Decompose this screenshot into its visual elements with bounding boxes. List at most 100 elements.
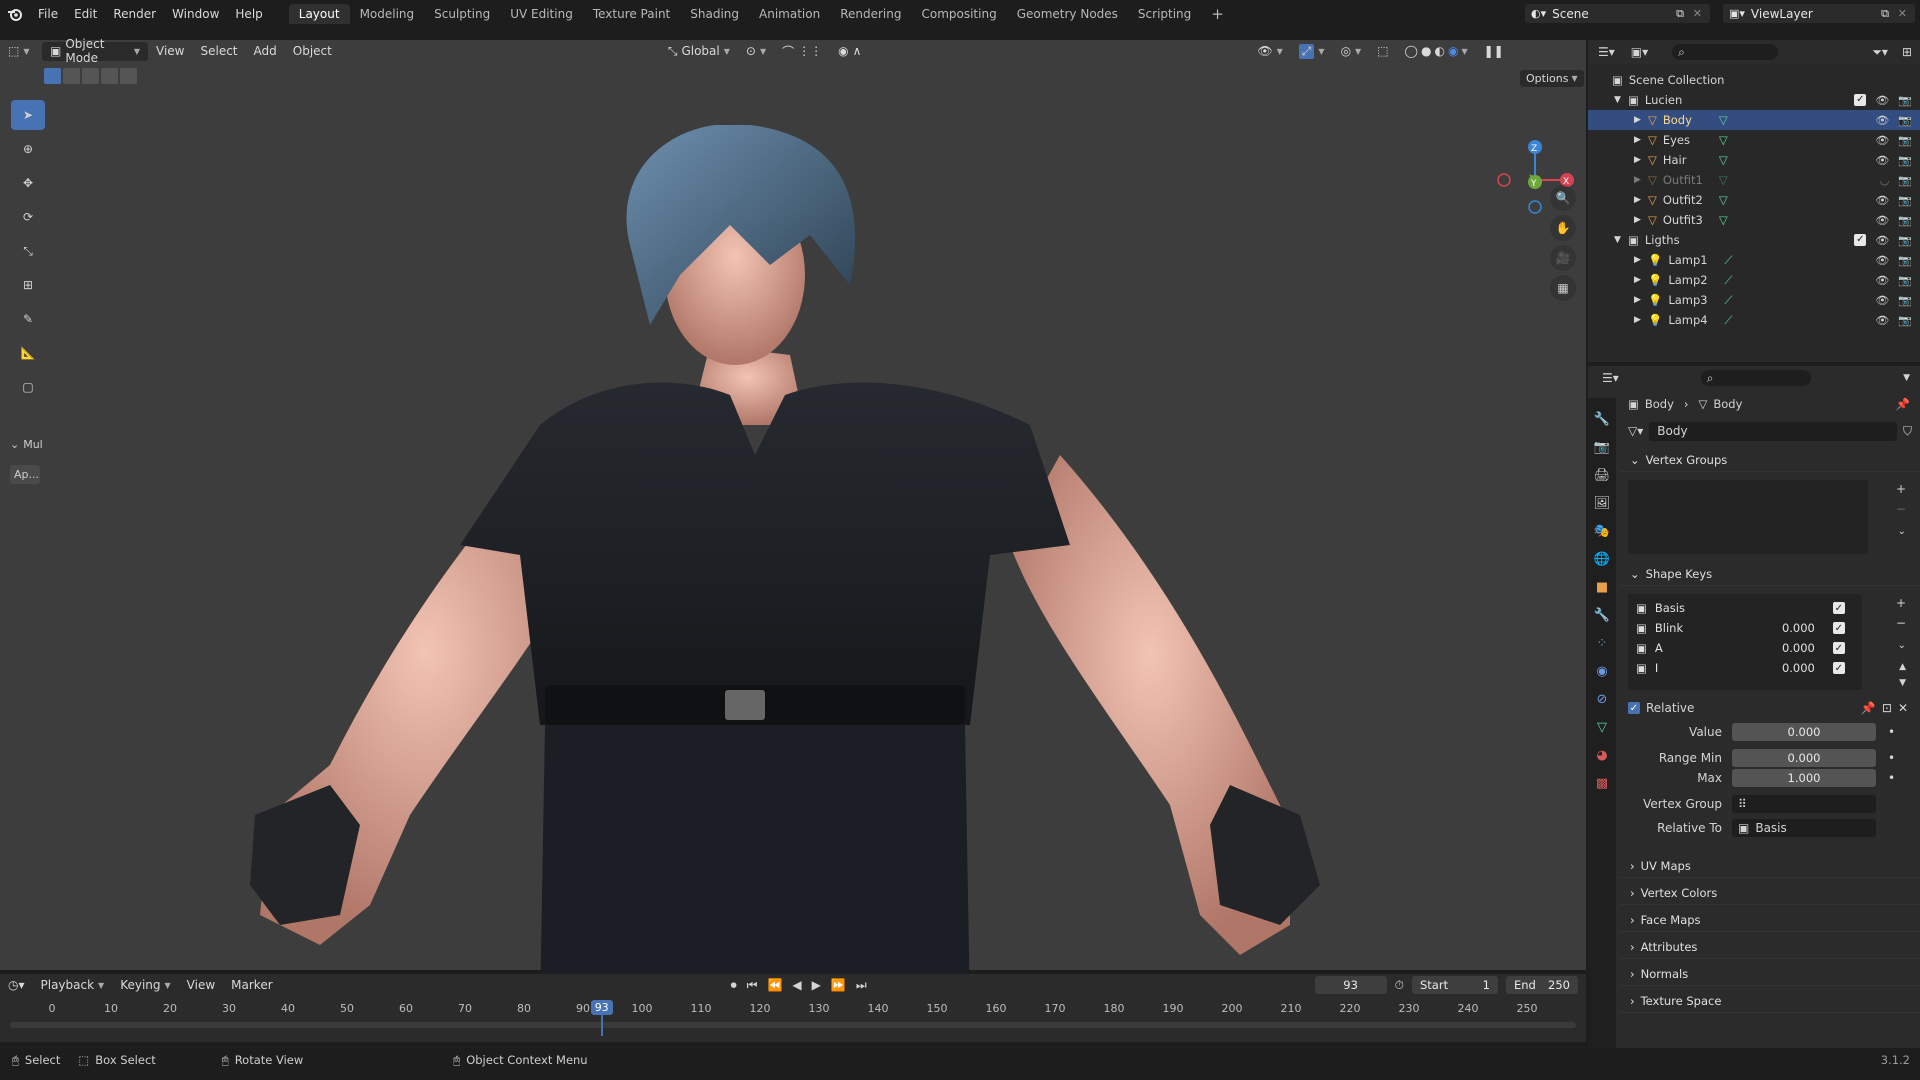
tab-shading[interactable]: Shading [680, 4, 749, 24]
light-data-icon[interactable]: ⟋ [1724, 253, 1732, 268]
playhead-frame-badge[interactable]: 93 [590, 1000, 613, 1015]
delete-scene-icon[interactable]: ✕ [1693, 7, 1702, 20]
scene-tab-icon[interactable]: 🎭 [1594, 520, 1610, 542]
camera-render-icon[interactable]: 📷 [1898, 294, 1912, 307]
relative-checkbox[interactable]: ✓ [1628, 702, 1640, 714]
expand-arrow-icon[interactable]: ▼ [1614, 95, 1628, 105]
jump-end-icon[interactable]: ⏭ [856, 978, 867, 993]
tab-layout[interactable]: Layout [288, 3, 350, 24]
snap-toggle[interactable]: ⌒ ⋮⋮ [774, 43, 830, 60]
cursor-tool[interactable]: ⊕ [11, 134, 45, 164]
mesh-data-icon[interactable]: ▽ [1719, 173, 1728, 187]
tab-rendering[interactable]: Rendering [830, 4, 911, 24]
move-down-icon[interactable]: ▼ [1899, 678, 1906, 688]
max-field[interactable]: 1.000 [1732, 769, 1876, 787]
shape-keys-list[interactable]: ▣ Basis ✓ ▣ Blink 0.000 ✓ ▣ A 0.000 ✓ ▣ I 0.000 ✓ [1628, 594, 1862, 690]
mesh-data-icon[interactable]: ▽ [1719, 133, 1728, 147]
eye-icon[interactable]: 👁 [1875, 94, 1889, 107]
last-operator-panel[interactable]: ⌄ Mul Ap... [10, 438, 50, 484]
pin-icon[interactable]: 📌 [1896, 397, 1920, 411]
range-min-field[interactable]: 0.000 [1732, 749, 1876, 767]
eye-closed-icon[interactable]: ◡ [1880, 174, 1890, 187]
navigation-gizmo[interactable]: Z X Y [1490, 135, 1580, 225]
transform-orientation-dropdown[interactable]: ⤡ Global ▼ [660, 44, 738, 59]
expand-arrow-icon[interactable]: ▶ [1634, 275, 1648, 285]
modifier-tab-icon[interactable]: 🔧 [1594, 604, 1610, 626]
outliner-item-outfit1[interactable]: ▶ ▽ Outfit1 ▽ ◡ 📷 [1588, 170, 1920, 190]
texture-space-panel-header[interactable]: › Texture Space [1620, 989, 1920, 1013]
timeline-scrollbar[interactable] [10, 1022, 1576, 1028]
select-new-icon[interactable] [44, 68, 61, 84]
render-tab-icon[interactable]: 📷 [1594, 436, 1610, 458]
select-subtract-icon[interactable] [82, 68, 99, 84]
camera-render-icon[interactable]: 📷 [1898, 174, 1912, 187]
clear-weights-icon[interactable]: ✕ [1898, 701, 1920, 715]
editor-type-icon[interactable]: ◷▾ [0, 978, 33, 992]
select-box-tool[interactable]: ➤ [11, 100, 45, 130]
menu-render[interactable]: Render [105, 7, 164, 21]
mesh-datablock-icon[interactable]: ▽▾ [1628, 424, 1643, 438]
editor-type-dropdown[interactable]: ⬚ ▼ [0, 44, 42, 58]
jump-keyframe-back-icon[interactable]: ⏪ [767, 978, 782, 992]
expand-arrow-icon[interactable]: ▶ [1634, 295, 1648, 305]
shape-key-value[interactable]: 0.000 [1765, 661, 1815, 675]
expand-arrow-icon[interactable]: ▶ [1634, 255, 1648, 265]
add-icon[interactable]: + [1896, 482, 1906, 496]
relative-to-field[interactable]: ▣ Basis [1732, 819, 1876, 837]
menu-view[interactable]: View [179, 978, 223, 992]
eye-icon[interactable]: 👁 [1875, 294, 1889, 307]
select-intersect-icon[interactable] [120, 68, 137, 84]
select-extend-icon[interactable] [63, 68, 80, 84]
timeline-ruler[interactable]: 0 10 20 30 40 50 60 70 80 90 100 110 120 130 140 150 160… [0, 996, 1586, 1036]
gizmo-toggle[interactable]: ⤢ ▼ [1291, 43, 1333, 59]
view-layer-tab-icon[interactable]: 🖼 [1594, 492, 1611, 514]
world-tab-icon[interactable]: 🌐 [1594, 548, 1610, 570]
annotate-tool[interactable]: ✎ [11, 304, 45, 334]
wireframe-shading-icon[interactable]: ◯ [1405, 44, 1418, 58]
expand-arrow-icon[interactable]: ▶ [1634, 115, 1648, 125]
keyframe-dot-icon[interactable]: • [1888, 725, 1895, 739]
vertex-colors-panel-header[interactable]: › Vertex Colors [1620, 881, 1920, 905]
outliner-item-lamp1[interactable]: ▶ 💡 Lamp1 ⟋ 👁 📷 [1588, 250, 1920, 270]
eye-icon[interactable]: 👁 [1875, 214, 1889, 227]
move-up-icon[interactable]: ▲ [1899, 662, 1906, 672]
physics-tab-icon[interactable]: ◉ [1596, 660, 1607, 682]
editor-type-icon[interactable]: ☰▾ [1588, 371, 1633, 385]
menu-help[interactable]: Help [227, 7, 270, 21]
specials-menu-icon[interactable]: ⌄ [1898, 526, 1906, 537]
menu-window[interactable]: Window [164, 7, 227, 21]
visibility-dropdown[interactable]: 👁 ▼ [1249, 44, 1290, 58]
outliner-item-hair[interactable]: ▶ ▽ Hair ▽ 👁 📷 [1588, 150, 1920, 170]
outliner-item-lamp4[interactable]: ▶ 💡 Lamp4 ⟋ 👁 📷 [1588, 310, 1920, 330]
outliner-item-lamp2[interactable]: ▶ 💡 Lamp2 ⟋ 👁 📷 [1588, 270, 1920, 290]
outliner-item-outfit2[interactable]: ▶ ▽ Outfit2 ▽ 👁 📷 [1588, 190, 1920, 210]
jump-start-icon[interactable]: ⏮ [747, 978, 758, 993]
remove-icon[interactable]: − [1896, 502, 1906, 516]
object-tab-icon[interactable]: ■ [1596, 576, 1608, 598]
shape-key-row[interactable]: ▣ Blink 0.000 ✓ [1628, 618, 1862, 638]
eye-icon[interactable]: 👁 [1875, 114, 1889, 127]
collection-row-lucien[interactable]: ▼ ▣ Lucien ✓ 👁 📷 [1588, 90, 1920, 110]
pivot-point-dropdown[interactable]: ⊙ ▼ [738, 44, 774, 58]
shape-key-row[interactable]: ▣ I 0.000 ✓ [1628, 658, 1862, 678]
light-data-icon[interactable]: ⟋ [1724, 293, 1732, 308]
menu-select[interactable]: Select [192, 44, 245, 58]
normals-panel-header[interactable]: › Normals [1620, 962, 1920, 986]
filter-view-icon[interactable]: ▣▾ [1625, 45, 1654, 59]
tab-compositing[interactable]: Compositing [911, 4, 1006, 24]
eye-icon[interactable]: 👁 [1875, 194, 1889, 207]
tab-sculpting[interactable]: Sculpting [424, 4, 500, 24]
include-checkbox[interactable]: ✓ [1854, 93, 1867, 106]
fake-user-shield-icon[interactable]: ⛉ [1903, 424, 1912, 439]
outliner-item-outfit3[interactable]: ▶ ▽ Outfit3 ▽ 👁 📷 [1588, 210, 1920, 230]
scene-collection-row[interactable]: ▣ Scene Collection [1588, 70, 1920, 90]
expand-arrow-icon[interactable]: ▶ [1634, 175, 1648, 185]
texture-tab-icon[interactable]: ▩ [1596, 772, 1608, 794]
expand-arrow-icon[interactable]: ▶ [1634, 155, 1648, 165]
pan-hand-icon[interactable]: ✋ [1550, 215, 1576, 241]
camera-render-icon[interactable]: 📷 [1898, 274, 1912, 287]
start-frame-field[interactable]: Start 1 [1412, 976, 1498, 994]
tab-scripting[interactable]: Scripting [1128, 4, 1201, 24]
shape-key-pin-icon[interactable]: 📌 [1861, 701, 1876, 715]
attributes-panel-header[interactable]: › Attributes [1620, 935, 1920, 959]
